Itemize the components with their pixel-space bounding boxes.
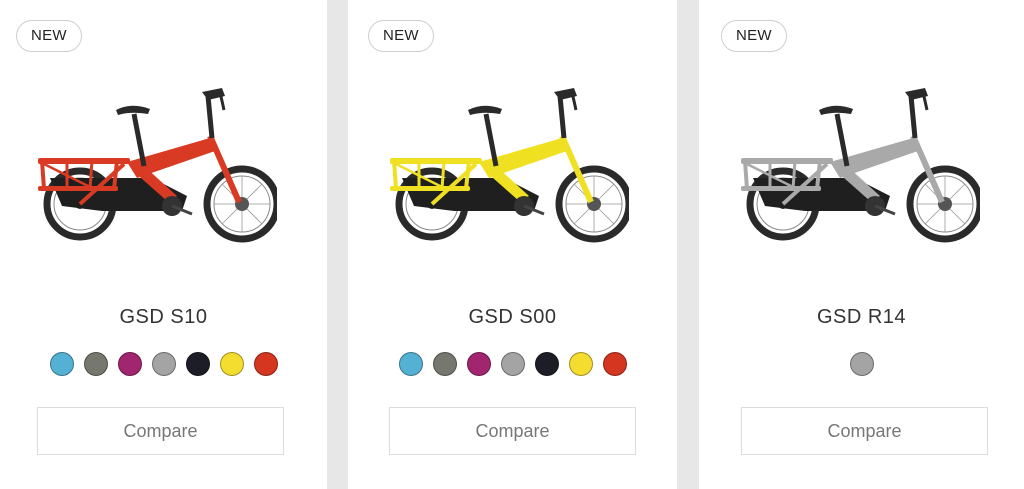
color-swatch[interactable] bbox=[185, 352, 210, 376]
bike-image[interactable] bbox=[735, 66, 980, 261]
new-badge: NEW bbox=[721, 20, 787, 52]
color-swatches bbox=[348, 352, 677, 376]
color-swatches bbox=[699, 352, 1024, 376]
product-card-gsd-r14[interactable]: NEW GSD R14 Compare bbox=[699, 0, 1024, 489]
compare-button[interactable]: Compare bbox=[741, 407, 988, 455]
color-swatch[interactable] bbox=[568, 352, 593, 376]
color-swatch[interactable] bbox=[849, 352, 874, 376]
color-swatch[interactable] bbox=[398, 352, 423, 376]
color-swatch[interactable] bbox=[219, 352, 244, 376]
cargo-bike-illustration bbox=[390, 88, 629, 243]
color-swatch[interactable] bbox=[49, 352, 74, 376]
product-name[interactable]: GSD S10 bbox=[0, 306, 327, 329]
product-name[interactable]: GSD S00 bbox=[348, 306, 677, 329]
color-swatches bbox=[0, 352, 327, 376]
product-card-gsd-s00[interactable]: NEW GSD S00 Compare bbox=[348, 0, 677, 489]
color-swatch[interactable] bbox=[83, 352, 108, 376]
color-swatch[interactable] bbox=[151, 352, 176, 376]
product-card-gsd-s10[interactable]: NEW GSD S10 Compare bbox=[0, 0, 327, 489]
bike-image[interactable] bbox=[384, 66, 629, 261]
color-swatch[interactable] bbox=[466, 352, 491, 376]
color-swatch[interactable] bbox=[432, 352, 457, 376]
compare-button[interactable]: Compare bbox=[37, 407, 284, 455]
compare-button[interactable]: Compare bbox=[389, 407, 636, 455]
color-swatch[interactable] bbox=[117, 352, 142, 376]
new-badge: NEW bbox=[368, 20, 434, 52]
bike-image[interactable] bbox=[32, 66, 277, 261]
product-name[interactable]: GSD R14 bbox=[699, 306, 1024, 329]
color-swatch[interactable] bbox=[500, 352, 525, 376]
color-swatch[interactable] bbox=[534, 352, 559, 376]
cargo-bike-illustration bbox=[38, 88, 277, 243]
new-badge: NEW bbox=[16, 20, 82, 52]
color-swatch[interactable] bbox=[253, 352, 278, 376]
color-swatch[interactable] bbox=[602, 352, 627, 376]
cargo-bike-illustration bbox=[741, 88, 980, 243]
